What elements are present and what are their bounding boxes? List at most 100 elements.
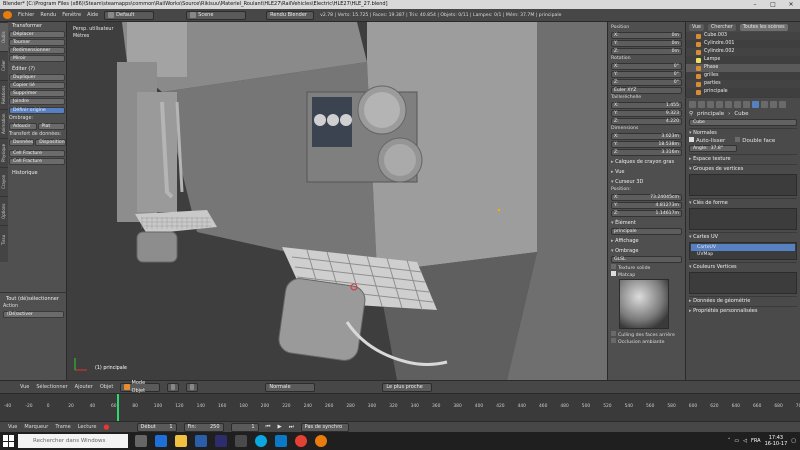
- clock[interactable]: 17:43 16-10-17: [765, 435, 788, 447]
- skype-icon[interactable]: [255, 435, 267, 447]
- dimension-x-field[interactable]: X: 3.023m: [611, 133, 682, 140]
- texture-tab-icon[interactable]: [770, 101, 777, 108]
- cursor-y-field[interactable]: Y: 4.81273m: [611, 202, 682, 209]
- sync-mode-dropdown[interactable]: Pas de synchro: [300, 422, 349, 432]
- autosmooth-angle-field[interactable]: Angle: 37.8°: [689, 145, 737, 152]
- flat-button[interactable]: Plat: [37, 123, 65, 130]
- pin-icon[interactable]: ⚲: [689, 111, 693, 117]
- render-engine-selector[interactable]: Rendu Blender: [266, 10, 315, 20]
- layout-selector[interactable]: Default: [104, 10, 155, 20]
- mesh-data-tab-icon[interactable]: [752, 101, 759, 108]
- minimize-icon[interactable]: –: [746, 0, 764, 9]
- rotation-mode-dropdown[interactable]: Euler XYZ: [611, 87, 682, 94]
- maximize-icon[interactable]: □: [764, 0, 782, 9]
- scene-tab-icon[interactable]: [707, 101, 714, 108]
- backface-culling-checkbox[interactable]: Culling des faces arrière: [611, 331, 682, 338]
- ambient-occlusion-checkbox[interactable]: Occlusion ambiante: [611, 338, 682, 345]
- layout-button[interactable]: Disposition: [35, 139, 66, 146]
- matcap-preview[interactable]: [619, 279, 669, 329]
- tab-physics[interactable]: Physique: [0, 138, 8, 167]
- autosmooth-checkbox[interactable]: Auto-lisser: [689, 136, 725, 144]
- scale-z-field[interactable]: Z: 4.220: [611, 118, 682, 125]
- tab-relations[interactable]: Relations: [0, 80, 8, 109]
- blender-taskbar-icon[interactable]: [315, 435, 327, 447]
- tl-menu-frame[interactable]: Trame: [55, 424, 70, 430]
- shading-section[interactable]: Ombrage: [611, 247, 682, 255]
- object-tab-icon[interactable]: [725, 101, 732, 108]
- edit-panel-title[interactable]: Éditer (?): [9, 65, 65, 73]
- duplicate-button[interactable]: Dupliquer: [9, 74, 65, 81]
- outliner-search-menu[interactable]: Chercher: [707, 23, 736, 31]
- outliner-item[interactable]: grilles: [686, 72, 800, 80]
- constraints-tab-icon[interactable]: [734, 101, 741, 108]
- blender-logo-icon[interactable]: [3, 11, 12, 19]
- record-icon[interactable]: ●: [103, 423, 109, 431]
- textured-solid-checkbox[interactable]: Texture solide: [611, 264, 682, 271]
- uv-maps-section[interactable]: Cartes UV: [689, 232, 797, 240]
- history-panel-title[interactable]: Historique: [9, 169, 65, 177]
- matcap-checkbox[interactable]: Matcap: [611, 271, 682, 278]
- double-sided-checkbox[interactable]: Double face: [735, 136, 775, 144]
- task-view-icon[interactable]: [135, 435, 147, 447]
- texture-space-section[interactable]: Espace texture: [689, 154, 797, 162]
- viewport-shading-dropdown[interactable]: [167, 382, 180, 392]
- rotation-x-field[interactable]: X: 0°: [611, 63, 682, 70]
- pivot-point-dropdown[interactable]: [186, 382, 199, 392]
- scale-y-field[interactable]: Y: 9.323: [611, 110, 682, 117]
- menu-select[interactable]: Sélectionner: [36, 384, 67, 390]
- app-icon[interactable]: [235, 435, 247, 447]
- menu-window[interactable]: Fenêtre: [62, 12, 81, 18]
- shading-mode-dropdown[interactable]: GLSL: [611, 256, 682, 263]
- material-tab-icon[interactable]: [761, 101, 768, 108]
- outliner-item[interactable]: parties: [686, 80, 800, 88]
- outliner-item[interactable]: Lampe: [686, 56, 800, 64]
- tab-animation[interactable]: Animation: [0, 109, 8, 138]
- vertex-groups-section[interactable]: Groupes de vertices: [689, 164, 797, 172]
- physics-tab-icon[interactable]: [779, 101, 786, 108]
- outliner-display-mode[interactable]: Toutes les scènes: [739, 23, 788, 31]
- modifiers-tab-icon[interactable]: [743, 101, 750, 108]
- vertex-colors-section[interactable]: Couleurs Vertices: [689, 262, 797, 270]
- 3d-viewport[interactable]: Persp. utilisateur Mètres (1) principale: [67, 22, 607, 380]
- cursor-x-field[interactable]: X: 73.24045cm: [611, 194, 682, 201]
- display-section[interactable]: Affichage: [611, 237, 682, 245]
- set-origin-button[interactable]: Définir origine: [9, 107, 65, 114]
- outliner-item[interactable]: Phase: [686, 64, 800, 72]
- action-dropdown[interactable]: (Dé)activer: [3, 311, 64, 318]
- mesh-datablock-field[interactable]: Cube: [689, 119, 797, 126]
- menu-add[interactable]: Ajouter: [75, 384, 93, 390]
- tl-menu-marker[interactable]: Marqueur: [24, 424, 48, 430]
- item-name-field[interactable]: principale: [611, 228, 682, 235]
- dimension-y-field[interactable]: Y: 18.538m: [611, 141, 682, 148]
- current-frame-cursor[interactable]: [117, 394, 119, 422]
- steam-icon[interactable]: [215, 435, 227, 447]
- jump-end-icon[interactable]: ⏭: [289, 424, 294, 431]
- item-section[interactable]: Élément: [611, 219, 682, 227]
- 3d-cursor-section[interactable]: Curseur 3D: [611, 178, 682, 186]
- scale-x-field[interactable]: X: 1.455: [611, 102, 682, 109]
- windows-start-button[interactable]: [3, 435, 15, 447]
- taskbar-search-box[interactable]: Rechercher dans Windows: [18, 434, 128, 448]
- dimension-z-field[interactable]: Z: 3.316m: [611, 149, 682, 156]
- location-y-field[interactable]: Y: 0m: [611, 40, 682, 47]
- join-button[interactable]: Joindre: [9, 98, 65, 105]
- shape-keys-section[interactable]: Clés de forme: [689, 198, 797, 206]
- outliner-item[interactable]: Cube.003: [686, 32, 800, 40]
- transform-panel-title[interactable]: Transformer: [9, 22, 65, 30]
- location-x-field[interactable]: X: 0m: [611, 32, 682, 39]
- menu-help[interactable]: Aide: [87, 12, 98, 18]
- tab-options[interactable]: Options: [0, 196, 8, 225]
- tl-menu-view[interactable]: Vue: [8, 424, 17, 430]
- scene-selector[interactable]: Scene: [186, 10, 247, 20]
- tab-cloth[interactable]: Tissu: [0, 225, 8, 254]
- normals-section[interactable]: Normales: [689, 128, 797, 136]
- duplicate-linked-button[interactable]: Copier lié: [9, 82, 65, 89]
- shape-keys-list[interactable]: [689, 208, 797, 230]
- uv-map-item[interactable]: CarteUV: [691, 244, 795, 251]
- translate-button[interactable]: Déplacer: [9, 31, 65, 38]
- world-tab-icon[interactable]: [716, 101, 723, 108]
- outliner-view-menu[interactable]: Vue: [689, 23, 704, 31]
- menu-object[interactable]: Objet: [100, 384, 114, 390]
- timeline[interactable]: -40 -20 0 20 40 60 80 100 120 140 160 180 200 220 240 2…: [0, 393, 800, 422]
- tab-grease-pencil[interactable]: Crayon: [0, 167, 8, 196]
